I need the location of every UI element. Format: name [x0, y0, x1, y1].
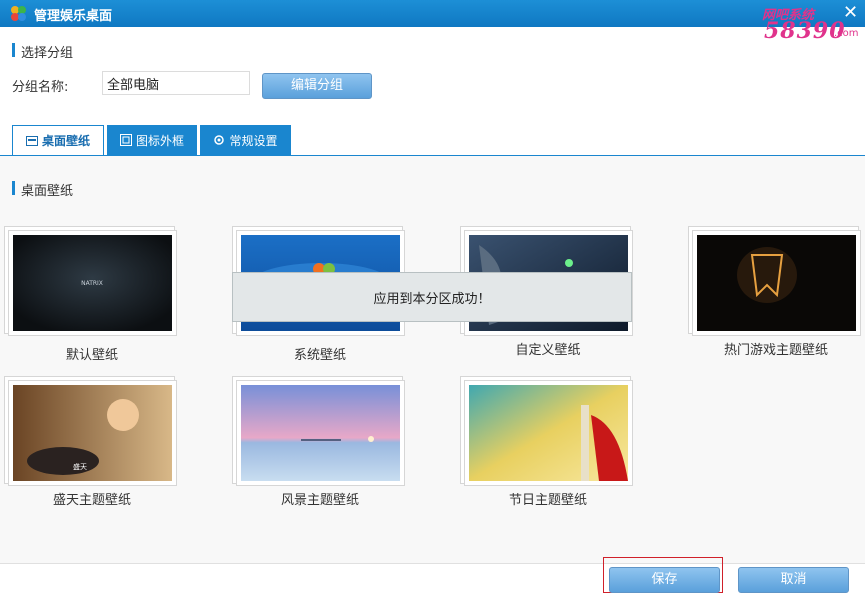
wallpaper-caption: 默认壁纸 — [65, 348, 118, 363]
shengtian-theme-wallpaper-image: 盛天 — [13, 385, 172, 481]
gear-icon — [214, 135, 225, 145]
tab-general-settings[interactable]: 常规设置 — [200, 125, 291, 155]
section-marker — [12, 181, 15, 195]
title-bar: 管理娱乐桌面 ✕ — [0, 0, 865, 27]
group-name-field[interactable] — [102, 71, 250, 95]
tab-label: 桌面壁纸 — [41, 134, 90, 148]
cancel-button[interactable]: 取消 — [738, 567, 849, 593]
window-title: 管理娱乐桌面 — [34, 9, 113, 24]
tab-desktop-wallpaper[interactable]: 桌面壁纸 — [12, 125, 104, 156]
wallpaper-shengtian-theme[interactable]: 盛天 — [4, 376, 177, 486]
wallpaper-default[interactable]: NATRIX — [4, 226, 177, 336]
wallpaper-caption: 节日主题壁纸 — [508, 493, 587, 508]
icon-frame-icon — [119, 134, 132, 146]
wallpaper-section-title: 桌面壁纸 — [21, 184, 74, 199]
footer-divider — [0, 563, 865, 564]
wallpaper-game-theme[interactable] — [688, 226, 861, 336]
edit-group-button[interactable]: 编辑分组 — [262, 73, 372, 99]
wallpaper-icon — [25, 135, 38, 146]
save-button[interactable]: 保存 — [609, 567, 720, 593]
tab-label: 常规设置 — [229, 133, 278, 148]
wallpaper-holiday-theme[interactable] — [460, 376, 633, 486]
wallpaper-scenery-theme[interactable] — [232, 376, 405, 486]
tab-label: 图标外框 — [135, 133, 184, 148]
thumb-brand-text: NATRIX — [81, 280, 103, 287]
wallpaper-caption: 风景主题壁纸 — [280, 493, 359, 508]
wallpaper-caption: 盛天主题壁纸 — [52, 493, 131, 508]
wallpaper-caption: 系统壁纸 — [293, 348, 346, 363]
scenery-theme-wallpaper-image — [241, 385, 400, 481]
holiday-theme-wallpaper-image — [469, 385, 628, 481]
wallpaper-caption: 自定义壁纸 — [515, 343, 581, 358]
default-wallpaper-image: NATRIX — [13, 235, 172, 331]
group-section-title: 选择分组 — [21, 46, 74, 61]
success-toast: 应用到本分区成功！ — [232, 272, 632, 322]
site-watermark: 网吧系统 58390 .com — [760, 4, 865, 48]
watermark-suffix: .com — [834, 28, 859, 39]
game-theme-wallpaper-image — [697, 235, 856, 331]
app-logo-icon — [11, 6, 26, 21]
thumb-brand-text: 盛天 — [73, 462, 87, 471]
group-name-label: 分组名称: — [12, 80, 69, 95]
section-marker — [12, 43, 15, 57]
tab-icon-frame[interactable]: 图标外框 — [107, 125, 197, 155]
wallpaper-caption: 热门游戏主题壁纸 — [723, 343, 828, 358]
